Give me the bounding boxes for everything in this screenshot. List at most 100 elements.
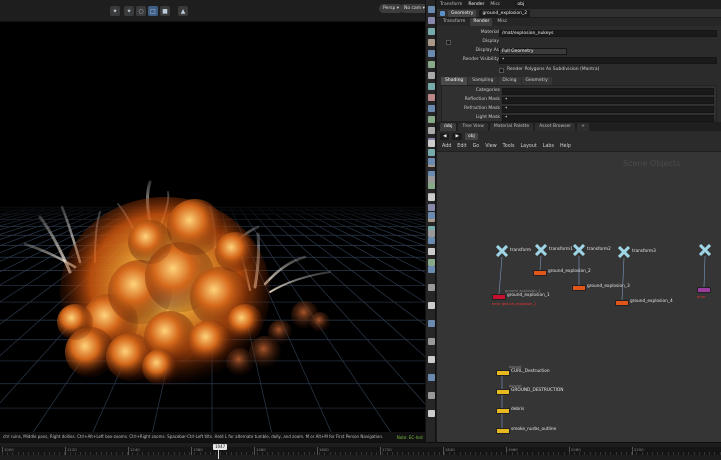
tool-icon[interactable] xyxy=(428,116,435,123)
timeline-minor-tick xyxy=(350,452,352,455)
timeline-minor-tick xyxy=(459,452,461,455)
tool-icon[interactable] xyxy=(428,204,435,211)
tab-misc-sub[interactable]: Misc xyxy=(494,18,510,26)
tool-icon[interactable] xyxy=(428,17,435,24)
view-icon[interactable]: □ xyxy=(148,6,158,16)
menu-edit[interactable]: Edit xyxy=(457,144,466,149)
tool-icon[interactable] xyxy=(428,149,435,156)
add-tab-button[interactable]: + xyxy=(577,122,589,131)
tool-icon[interactable] xyxy=(428,266,435,273)
network-wire xyxy=(498,256,503,295)
tool-icon[interactable] xyxy=(428,28,435,35)
material-field[interactable]: /mat/explosion_nukeys xyxy=(499,30,717,37)
forward-icon[interactable]: ▶ xyxy=(452,133,462,140)
timeline-minor-tick xyxy=(522,452,523,455)
light-mask-field[interactable]: * xyxy=(502,115,714,122)
reflection-mask-field[interactable]: * xyxy=(502,97,714,104)
tab-geometry[interactable]: Geometry xyxy=(521,77,552,85)
tool-icon[interactable] xyxy=(428,212,435,219)
timeline-minor-tick xyxy=(558,452,560,455)
menu-labs[interactable]: Labs xyxy=(543,144,554,149)
tab-transform-sub[interactable]: Transform xyxy=(440,18,468,26)
tab-dicing[interactable]: Dicing xyxy=(498,77,521,85)
display-as-select[interactable]: Full Geometry xyxy=(499,48,567,55)
rotate-icon[interactable]: ○ xyxy=(136,6,146,16)
tool-icon[interactable] xyxy=(428,94,435,101)
timeline-minor-tick xyxy=(480,452,482,455)
tab-sampling[interactable]: Sampling xyxy=(468,77,498,85)
timeline[interactable]: 1000 1120 1240 1360 1480 1600 1720 1840 1960 2080… xyxy=(0,442,721,460)
tab-misc[interactable]: Misc xyxy=(490,2,500,7)
select-icon[interactable]: ✦ xyxy=(110,6,120,16)
tool-icon[interactable] xyxy=(428,230,435,237)
tab-render-sub[interactable]: Render xyxy=(470,18,493,26)
tool-icon[interactable] xyxy=(428,158,435,165)
timeline-minor-tick xyxy=(506,452,508,455)
tool-icon[interactable] xyxy=(428,83,435,90)
menu-go[interactable]: Go xyxy=(473,144,480,149)
tool-icon[interactable] xyxy=(428,6,435,13)
viewport-hint-text: ctrl ruins, Middle pans, Right dollies. … xyxy=(3,434,384,439)
tool-icon[interactable] xyxy=(428,259,435,266)
tool-icon[interactable] xyxy=(428,182,435,189)
tab-tree-view[interactable]: Tree View xyxy=(458,122,488,131)
render-polygons-checkbox[interactable] xyxy=(499,68,504,73)
geo-node-3-label: ground_explosion_3 xyxy=(587,284,630,289)
tool-icon[interactable] xyxy=(428,72,435,79)
tool-icon[interactable] xyxy=(428,248,435,255)
tool-icon[interactable] xyxy=(428,50,435,57)
transform-icon[interactable]: ✦ xyxy=(124,6,134,16)
categories-label: Categories xyxy=(475,88,500,93)
tool-icon[interactable] xyxy=(428,392,435,399)
network-path[interactable]: obj xyxy=(464,133,478,140)
render-visibility-field[interactable]: * xyxy=(499,57,717,64)
tab-material-palette[interactable]: Material Palette xyxy=(489,122,534,131)
snap-icon[interactable]: ▲ xyxy=(178,6,188,16)
tab-asset-browser[interactable]: Asset Browser xyxy=(535,122,576,131)
timeline-minor-tick xyxy=(542,452,544,455)
network-canvas[interactable]: Scene Objects transform transform1 trans… xyxy=(437,152,721,442)
tool-icon[interactable] xyxy=(428,284,435,291)
tool-icon[interactable] xyxy=(428,194,435,201)
node-name-field[interactable]: ground_explosion_2 xyxy=(479,9,531,17)
transform-node-label: transform xyxy=(510,248,532,253)
tool-icon[interactable] xyxy=(428,302,435,309)
menu-add[interactable]: Add xyxy=(442,144,451,149)
scene-viewport[interactable]: ✦ ✦ ○ □ ■ ▲ Persp ▾ No cam ▾ ctrl ruins,… xyxy=(0,0,425,442)
timeline-minor-tick xyxy=(553,452,555,455)
menu-help[interactable]: Help xyxy=(560,144,571,149)
tab-render[interactable]: Render xyxy=(468,2,484,7)
categories-field[interactable] xyxy=(502,88,714,95)
timeline-bar[interactable]: 1000 1120 1240 1360 1480 1600 1720 1840 1960 2080… xyxy=(0,447,721,455)
tool-icon[interactable] xyxy=(428,127,435,134)
timeline-minor-tick xyxy=(132,452,133,455)
back-icon[interactable]: ◀ xyxy=(440,133,450,140)
tool-icon[interactable] xyxy=(428,105,435,112)
tool-icon[interactable] xyxy=(428,39,435,46)
display-as-label: Display As xyxy=(475,48,499,53)
nocam-menu[interactable]: No cam ▾ xyxy=(400,4,425,13)
tool-icon[interactable] xyxy=(428,338,435,345)
timeline-minor-tick xyxy=(366,452,367,455)
display-toggle[interactable] xyxy=(446,40,451,45)
menu-view[interactable]: View xyxy=(485,144,496,149)
tab-transform[interactable]: Transform xyxy=(440,2,462,7)
tab-obj[interactable]: /obj xyxy=(440,122,457,131)
menu-tools[interactable]: Tools xyxy=(503,144,515,149)
refraction-mask-field[interactable]: * xyxy=(502,106,714,113)
timeline-minor-tick xyxy=(43,452,45,455)
tool-icon[interactable] xyxy=(428,320,435,327)
lock-icon[interactable]: ■ xyxy=(160,6,170,16)
tool-icon[interactable] xyxy=(428,374,435,381)
tool-icon[interactable] xyxy=(428,237,435,244)
tool-icon[interactable] xyxy=(428,140,435,147)
tool-icon[interactable] xyxy=(428,176,435,183)
timeline-minor-tick xyxy=(147,452,149,455)
tool-icon[interactable] xyxy=(428,410,435,417)
tab-shading[interactable]: Shading xyxy=(441,77,468,85)
timeline-minor-tick xyxy=(64,452,66,455)
menu-layout[interactable]: Layout xyxy=(520,144,536,149)
param-path[interactable]: obj xyxy=(514,1,528,8)
tool-icon[interactable] xyxy=(428,61,435,68)
tool-icon[interactable] xyxy=(428,356,435,363)
